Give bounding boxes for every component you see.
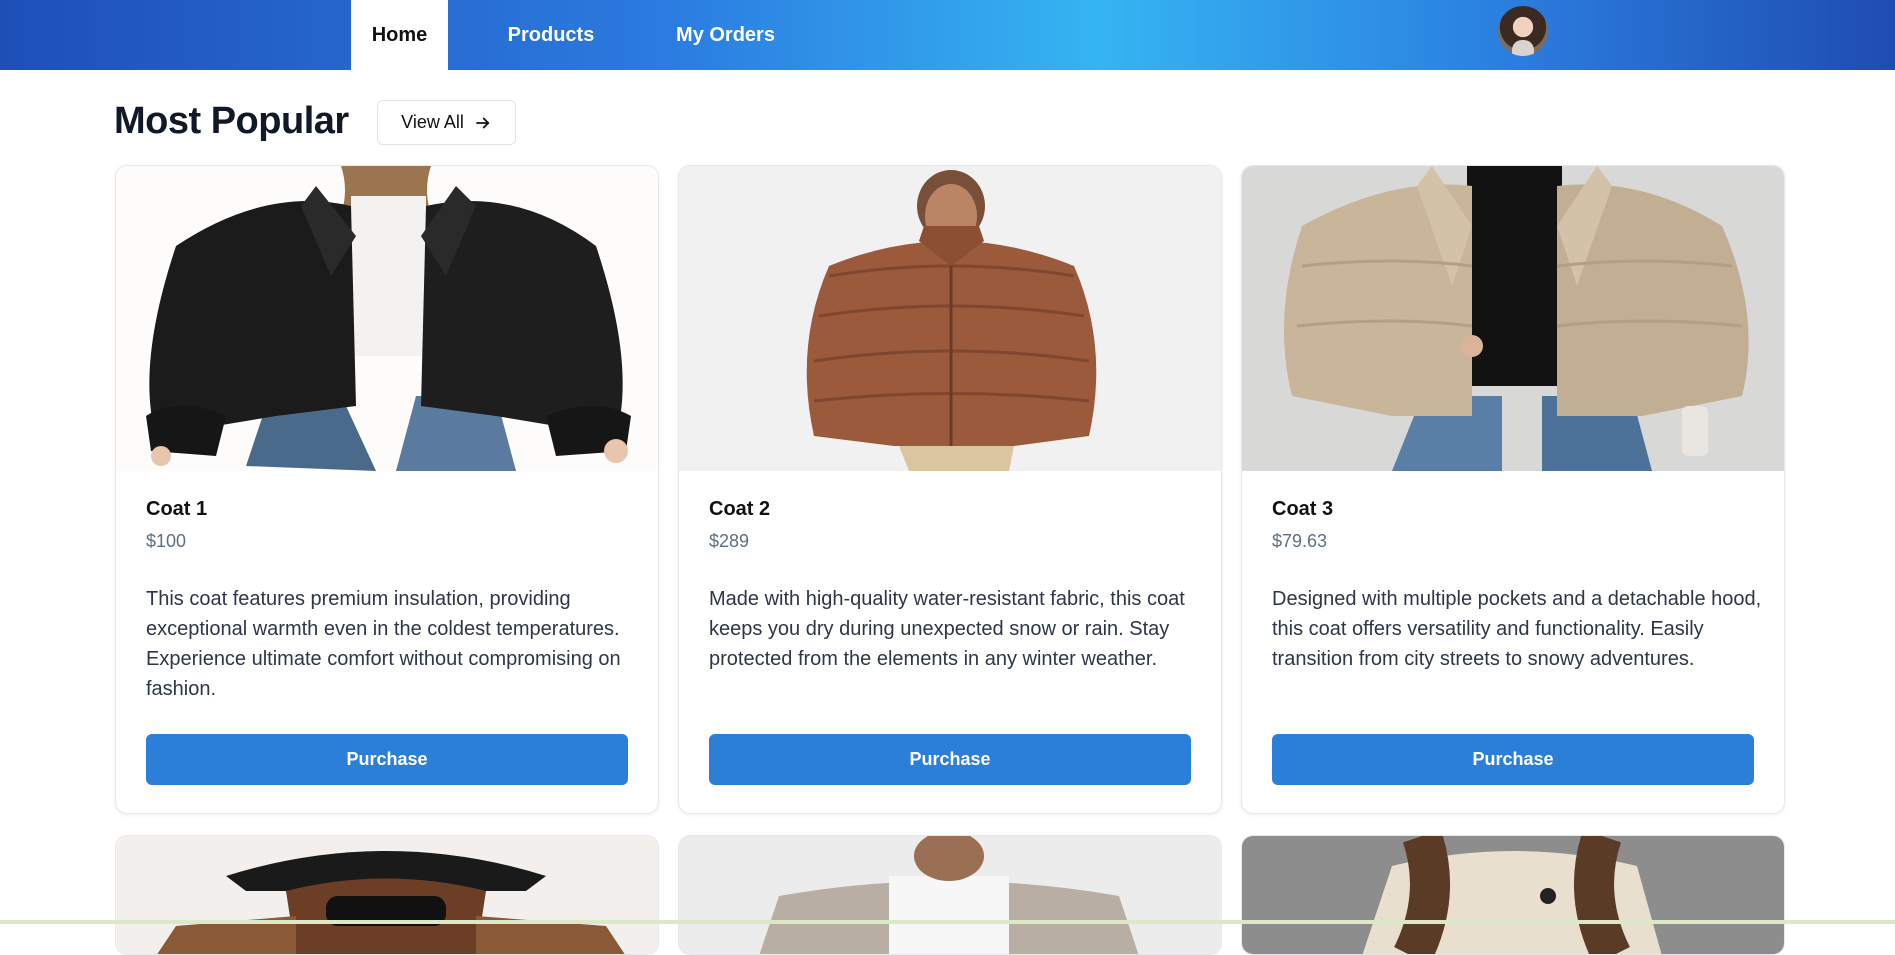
- product-image[interactable]: [1242, 166, 1784, 471]
- product-description: This coat features premium insulation, p…: [146, 588, 621, 700]
- product-price: $289: [709, 531, 750, 551]
- product-card: Coat 3 $79.63 Designed with multiple poc…: [1241, 165, 1785, 814]
- view-all-button[interactable]: View All: [377, 100, 516, 145]
- product-name: Coat 1: [146, 498, 208, 520]
- top-navbar: Home Products My Orders: [0, 0, 1895, 70]
- product-name: Coat 3: [1272, 498, 1334, 520]
- product-description: Designed with multiple pockets and a det…: [1272, 588, 1762, 670]
- product-card-partial[interactable]: [1241, 835, 1785, 955]
- section-title: Most Popular: [114, 100, 349, 142]
- product-price: $100: [146, 531, 187, 551]
- product-name: Coat 2: [709, 498, 771, 520]
- purchase-button[interactable]: Purchase: [709, 734, 1191, 785]
- product-image[interactable]: [679, 166, 1221, 471]
- product-price: $79.63: [1272, 531, 1328, 551]
- product-image[interactable]: [116, 166, 658, 471]
- user-avatar[interactable]: [1498, 6, 1548, 56]
- view-all-label: View All: [401, 112, 464, 132]
- tab-products[interactable]: Products: [490, 0, 612, 70]
- product-card: Coat 2 $289 Made with high-quality water…: [678, 165, 1222, 814]
- product-card: Coat 1 $100 This coat features premium i…: [115, 165, 659, 814]
- product-description: Made with high-quality water-resistant f…: [709, 588, 1185, 670]
- tab-home[interactable]: Home: [351, 0, 448, 70]
- purchase-button[interactable]: Purchase: [146, 734, 628, 785]
- product-card-partial[interactable]: [678, 835, 1222, 955]
- product-card-partial[interactable]: [115, 835, 659, 955]
- purchase-button[interactable]: Purchase: [1272, 734, 1754, 785]
- tab-my-orders[interactable]: My Orders: [657, 0, 794, 70]
- bottom-strip: [0, 920, 1895, 924]
- arrow-right-icon: [475, 117, 489, 128]
